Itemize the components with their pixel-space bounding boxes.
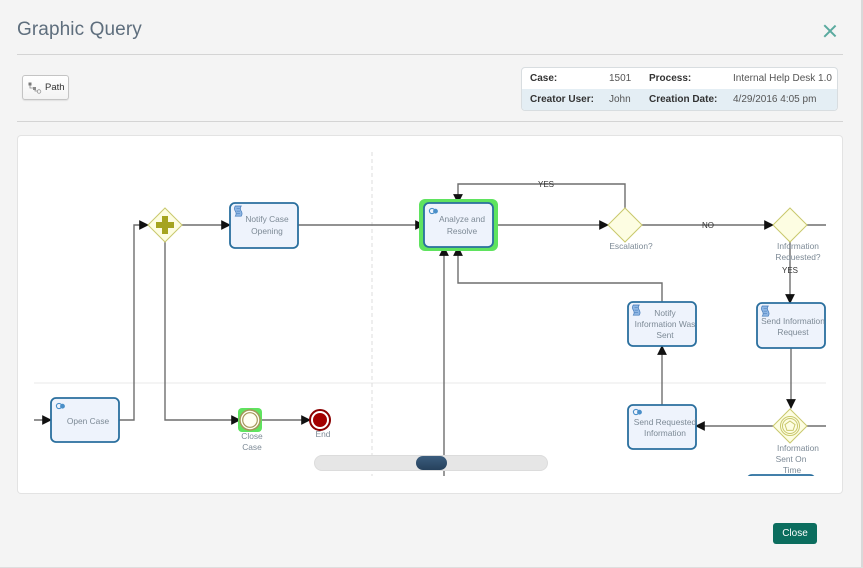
path-nodes-icon — [28, 82, 42, 94]
flow-open-case-to-gateway — [119, 220, 149, 421]
gateway-label-line: Requested? — [775, 252, 821, 262]
dialog-title: Graphic Query — [17, 19, 142, 40]
event-end[interactable]: End — [309, 409, 331, 439]
event-label-line: Close — [241, 431, 263, 441]
task-send-information-request[interactable]: Send Information Request — [756, 302, 826, 349]
gateway-label: Escalation? — [609, 241, 653, 251]
task-send-requested-information[interactable]: Send Requested Information — [627, 404, 697, 450]
case-info-row: Creator User: John Creation Date: 4/29/2… — [522, 89, 837, 110]
header-divider — [17, 54, 843, 55]
path-button[interactable]: Path — [22, 75, 69, 100]
parallel-gateway[interactable] — [147, 207, 183, 243]
edge-label-escalation-yes: YES — [538, 180, 554, 189]
gateway-label-line: Sent On — [776, 454, 807, 464]
task-partially-visible[interactable] — [747, 474, 815, 493]
creation-date-label: Creation Date: — [649, 94, 718, 105]
task-label-line: Information — [644, 428, 686, 438]
gateway-label-line: Information — [777, 241, 819, 251]
gateway-escalation[interactable]: Escalation? — [607, 207, 653, 251]
close-button[interactable]: Close — [773, 523, 817, 544]
case-value: 1501 — [609, 73, 632, 84]
case-info-row: Case: 1501 Process: Internal Help Desk 1… — [522, 68, 837, 89]
task-label-line: Notify — [654, 308, 676, 318]
task-label-line: Analyze and — [439, 214, 485, 224]
task-label-line: Send Requested — [634, 417, 697, 427]
path-button-label: Path — [45, 82, 65, 93]
flow-notify-sent-to-analyze — [453, 246, 663, 302]
task-label-line: Opening — [251, 226, 283, 236]
task-notify-information-was-sent[interactable]: Notify Information Was Sent — [627, 301, 697, 347]
task-label-line: Resolve — [447, 226, 478, 236]
creation-date-value: 4/29/2016 4:05 pm — [733, 94, 817, 105]
toolbar-divider — [17, 121, 843, 122]
task-label-line: Notify Case — [245, 214, 289, 224]
process-diagram: YES NO YES Open Case Notify Case Opening… — [34, 152, 826, 493]
event-label-line: Case — [242, 442, 262, 452]
edge-label-escalation-no: NO — [702, 221, 714, 230]
diagram-horizontal-scrollbar[interactable] — [314, 455, 548, 471]
event-close-case[interactable]: Close Case — [238, 408, 263, 452]
task-label-line: Send Information — [761, 316, 825, 326]
task-notify-case-opening[interactable]: Notify Case Opening — [229, 202, 299, 249]
case-info-table: Case: 1501 Process: Internal Help Desk 1… — [521, 67, 838, 111]
gateway-label-line: Information — [777, 443, 819, 453]
case-label: Case: — [530, 73, 558, 84]
diagram-canvas[interactable]: YES NO YES Open Case Notify Case Opening… — [18, 136, 842, 493]
close-x-icon[interactable] — [822, 23, 838, 39]
gateway-label-line: Time — [783, 465, 802, 475]
task-analyze-and-resolve[interactable]: Analyze and Resolve — [419, 199, 498, 251]
process-label: Process: — [649, 73, 692, 84]
event-label: End — [316, 429, 331, 439]
flow-gateway-to-close-case — [164, 242, 241, 425]
task-open-case[interactable]: Open Case — [50, 397, 120, 443]
creator-user-value: John — [609, 94, 631, 105]
gateway-information-sent-on-time[interactable]: Information Sent On Time — [772, 408, 819, 475]
process-value: Internal Help Desk 1.0 — [733, 73, 832, 84]
gateway-information-requested[interactable]: Information Requested? — [772, 207, 821, 262]
creator-user-label: Creator User: — [530, 94, 594, 105]
task-label-line: Request — [777, 327, 809, 337]
task-label-line: Information Was — [635, 319, 696, 329]
task-label-line: Sent — [656, 330, 674, 340]
task-label: Open Case — [67, 416, 110, 426]
scrollbar-thumb[interactable] — [415, 456, 447, 470]
edge-label-info-requested-yes: YES — [782, 266, 798, 275]
